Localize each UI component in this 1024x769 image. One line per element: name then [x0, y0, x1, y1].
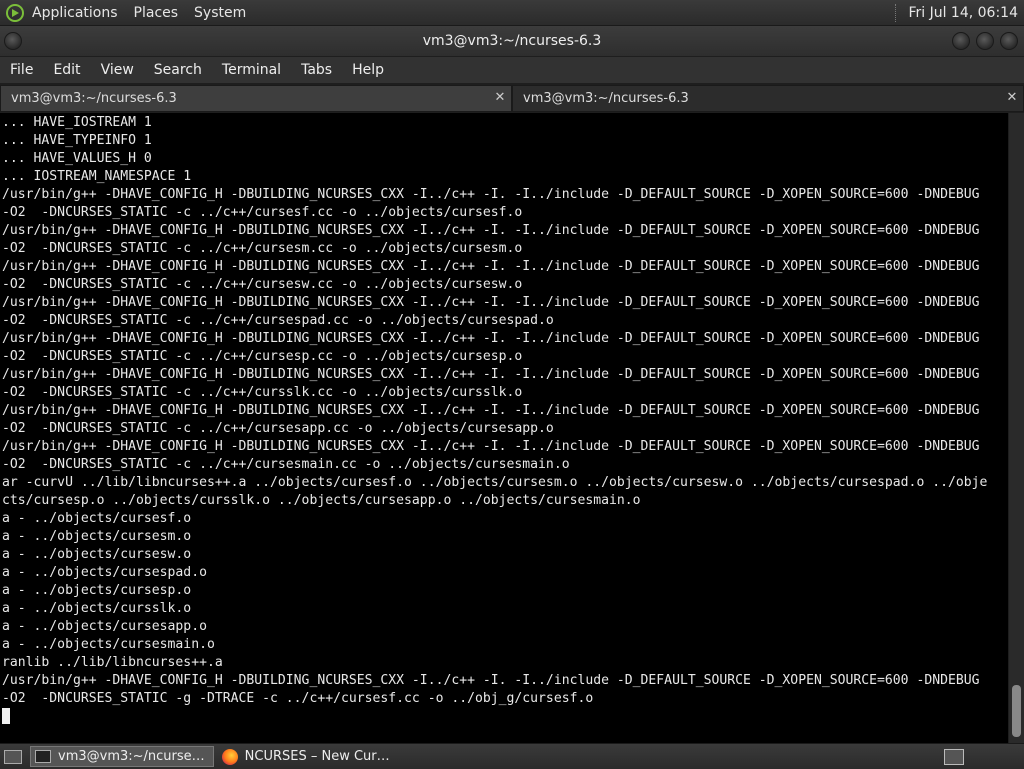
terminal-prompt-line: [2, 708, 987, 726]
window-menu-button[interactable]: [4, 32, 22, 50]
terminal-line: ... HAVE_VALUES_H 0: [2, 151, 152, 166]
terminal-line: ranlib ../lib/libncurses++.a: [2, 655, 223, 670]
terminal-line: ... IOSTREAM_NAMESPACE 1: [2, 169, 192, 184]
task-firefox[interactable]: NCURSES – New Cur…: [218, 746, 398, 767]
terminal-line: /usr/bin/g++ -DHAVE_CONFIG_H -DBUILDING_…: [2, 295, 980, 310]
terminal-line: -O2 -DNCURSES_STATIC -c ../c++/cursesw.c…: [2, 277, 523, 292]
top-panel: Applications Places System Fri Jul 14, 0…: [0, 0, 1024, 26]
terminal-line: -O2 -DNCURSES_STATIC -c ../c++/cursespad…: [2, 313, 554, 328]
terminal-line: -O2 -DNCURSES_STATIC -c ../c++/cursesm.c…: [2, 241, 523, 256]
terminal-line: /usr/bin/g++ -DHAVE_CONFIG_H -DBUILDING_…: [2, 673, 980, 688]
terminal-line: -O2 -DNCURSES_STATIC -c ../c++/cursesp.c…: [2, 349, 523, 364]
terminal-line: /usr/bin/g++ -DHAVE_CONFIG_H -DBUILDING_…: [2, 331, 980, 346]
terminal-line: ... HAVE_TYPEINFO 1: [2, 133, 152, 148]
terminal-output[interactable]: ... HAVE_IOSTREAM 1 ... HAVE_TYPEINFO 1..…: [0, 113, 1008, 743]
terminal-line: /usr/bin/g++ -DHAVE_CONFIG_H -DBUILDING_…: [2, 439, 980, 454]
terminal-line: -O2 -DNCURSES_STATIC -c ../c++/cursesf.c…: [2, 205, 523, 220]
minimize-button[interactable]: [952, 32, 970, 50]
scrollbar-thumb[interactable]: [1012, 685, 1021, 737]
tab-close-icon[interactable]: ✕: [1005, 91, 1019, 105]
terminal-line: a - ../objects/cursesm.o: [2, 529, 192, 544]
terminal-line: /usr/bin/g++ -DHAVE_CONFIG_H -DBUILDING_…: [2, 223, 980, 238]
tab-close-icon[interactable]: ✕: [493, 91, 507, 105]
menu-help[interactable]: Help: [342, 62, 394, 78]
tab-terminal-2[interactable]: vm3@vm3:~/ncurses-6.3 ✕: [512, 85, 1024, 112]
terminal-line: ar -curvU ../lib/libncurses++.a ../objec…: [2, 475, 988, 490]
panel-clock[interactable]: Fri Jul 14, 06:14: [908, 5, 1018, 21]
panel-separator: [895, 3, 898, 22]
terminal-line: a - ../objects/cursesapp.o: [2, 619, 207, 634]
terminal-line: cts/cursesp.o ../objects/cursslk.o ../ob…: [2, 493, 641, 508]
terminal-scrollbar[interactable]: [1009, 113, 1024, 743]
terminal-icon: [35, 750, 51, 763]
maximize-button[interactable]: [976, 32, 994, 50]
task-label: vm3@vm3:~/ncurse…: [58, 749, 205, 764]
workspace-switcher-icon[interactable]: [944, 748, 964, 765]
tab-label: vm3@vm3:~/ncurses-6.3: [11, 91, 177, 106]
terminal-line: -O2 -DNCURSES_STATIC -c ../c++/cursesapp…: [2, 421, 554, 436]
tab-terminal-1[interactable]: vm3@vm3:~/ncurses-6.3 ✕: [0, 85, 512, 112]
tab-label: vm3@vm3:~/ncurses-6.3: [523, 91, 689, 106]
window-title: vm3@vm3:~/ncurses-6.3: [422, 33, 602, 49]
show-desktop-icon[interactable]: [4, 749, 22, 764]
terminal-text: ... HAVE_IOSTREAM 1 ... HAVE_TYPEINFO 1..…: [2, 114, 987, 726]
terminal-line: /usr/bin/g++ -DHAVE_CONFIG_H -DBUILDING_…: [2, 367, 980, 382]
panel-menu-applications[interactable]: Applications: [32, 5, 118, 21]
menu-search[interactable]: Search: [144, 62, 212, 78]
bottom-taskbar: vm3@vm3:~/ncurse… NCURSES – New Cur…: [0, 743, 1024, 769]
close-window-button[interactable]: [1000, 32, 1018, 50]
window-titlebar[interactable]: vm3@vm3:~/ncurses-6.3: [0, 26, 1024, 56]
terminal-line: a - ../objects/cursespad.o: [2, 565, 207, 580]
terminal-line: a - ../objects/cursesw.o: [2, 547, 192, 562]
terminal-line: a - ../objects/cursslk.o: [2, 601, 192, 616]
task-label: NCURSES – New Cur…: [244, 749, 390, 764]
terminal-line: a - ../objects/cursesp.o: [2, 583, 192, 598]
terminal-line: /usr/bin/g++ -DHAVE_CONFIG_H -DBUILDING_…: [2, 403, 980, 418]
terminal-line: /usr/bin/g++ -DHAVE_CONFIG_H -DBUILDING_…: [2, 259, 980, 274]
terminal-line: a - ../objects/cursesf.o: [2, 511, 192, 526]
terminal-line: /usr/bin/g++ -DHAVE_CONFIG_H -DBUILDING_…: [2, 187, 980, 202]
menubar: File Edit View Search Terminal Tabs Help: [0, 57, 1024, 83]
firefox-icon: [221, 748, 238, 765]
terminal-line: a - ../objects/cursesmain.o: [2, 637, 215, 652]
tab-bar: vm3@vm3:~/ncurses-6.3 ✕ vm3@vm3:~/ncurse…: [0, 85, 1024, 112]
menu-tabs[interactable]: Tabs: [291, 62, 342, 78]
terminal-line: -O2 -DNCURSES_STATIC -c ../c++/cursslk.c…: [2, 385, 523, 400]
task-terminal[interactable]: vm3@vm3:~/ncurse…: [30, 746, 214, 767]
terminal-line: ... HAVE_IOSTREAM 1: [2, 115, 152, 130]
terminal-line: -O2 -DNCURSES_STATIC -g -DTRACE -c ../c+…: [2, 691, 594, 706]
panel-menu-system[interactable]: System: [194, 5, 246, 21]
terminal-line: -O2 -DNCURSES_STATIC -c ../c++/cursesmai…: [2, 457, 570, 472]
app-menu-logo-icon[interactable]: [6, 3, 24, 22]
menu-view[interactable]: View: [91, 62, 144, 78]
panel-menu-places[interactable]: Places: [134, 5, 179, 21]
menu-terminal[interactable]: Terminal: [212, 62, 291, 78]
terminal-cursor: [2, 708, 10, 724]
menu-file[interactable]: File: [0, 62, 43, 78]
menu-edit[interactable]: Edit: [43, 62, 90, 78]
